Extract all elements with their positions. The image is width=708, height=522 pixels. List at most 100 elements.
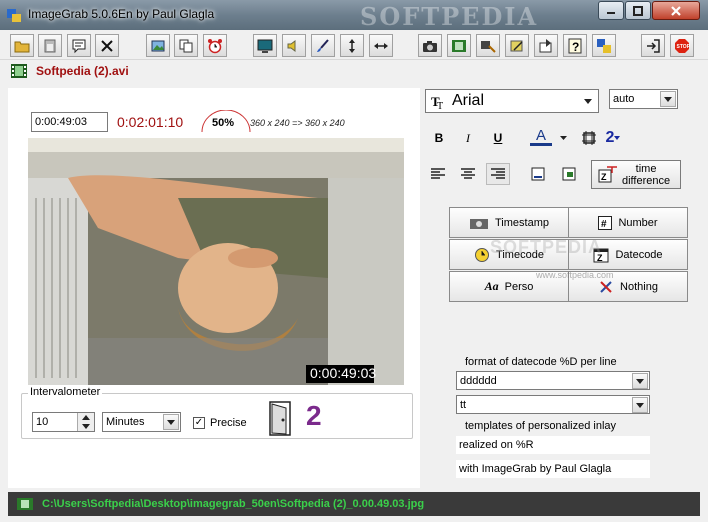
save-frame-button[interactable]	[534, 34, 558, 57]
delete-button[interactable]	[95, 34, 119, 57]
number-button[interactable]: # Number	[568, 207, 688, 238]
interval-spinner[interactable]: 10	[32, 412, 95, 432]
frame-tool-icon	[481, 40, 496, 53]
datecode-line1-select[interactable]: dddddd	[456, 371, 650, 390]
open-folder-icon	[14, 41, 30, 52]
unit-select[interactable]: Minutes	[102, 412, 181, 432]
main-toolbar: ? STOP	[0, 30, 708, 60]
position-bottom-icon	[531, 167, 545, 181]
size-dropdown-arrow[interactable]	[660, 91, 676, 107]
plugin-button[interactable]	[592, 34, 616, 57]
title-bar[interactable]: SOFTPEDIA ImageGrab 5.0.6En by Paul Glag…	[0, 0, 708, 31]
stop-button[interactable]: STOP	[670, 34, 694, 57]
exit-button[interactable]	[641, 34, 665, 57]
datecode-line2-arrow[interactable]	[632, 397, 648, 413]
video-frame-image	[28, 138, 404, 385]
template-line1-field[interactable]: realized on %R	[456, 436, 650, 454]
film-frames-button[interactable]	[447, 34, 471, 57]
flip-horizontal-button[interactable]	[369, 34, 393, 57]
align-left-button[interactable]	[426, 163, 450, 185]
frame-level-button[interactable]: 2	[600, 128, 626, 148]
precise-checkbox[interactable]: ✓	[193, 417, 205, 429]
close-x-icon	[101, 39, 113, 52]
italic-button[interactable]: I	[457, 128, 479, 148]
film-icon	[11, 64, 27, 78]
datecode-format-label: format of datecode %D per line	[465, 356, 617, 368]
svg-text:#: #	[601, 219, 607, 230]
help-button[interactable]: ?	[563, 34, 587, 57]
speaker-icon	[287, 39, 296, 52]
close-button[interactable]	[652, 1, 700, 20]
font-select[interactable]: TT Arial	[425, 89, 599, 113]
position-field[interactable]: 0:00:49:03	[31, 112, 108, 132]
sound-button[interactable]	[282, 34, 306, 57]
chevron-down-icon	[584, 98, 592, 104]
svg-text:Z: Z	[601, 172, 607, 182]
align-center-button[interactable]	[456, 163, 480, 185]
align-right-icon	[491, 168, 505, 179]
align-right-button[interactable]	[486, 163, 510, 185]
video-preview[interactable]: 0:00:49:03	[28, 138, 404, 385]
time-difference-button[interactable]: Z time difference	[591, 160, 681, 189]
paste-button[interactable]	[38, 34, 62, 57]
camera-button[interactable]	[418, 34, 442, 57]
help-icon: ?	[568, 38, 582, 54]
chevron-down-icon	[614, 136, 621, 140]
edit-frame-button[interactable]	[505, 34, 529, 57]
exit-icon	[647, 38, 660, 53]
datecode-line2-select[interactable]: tt	[456, 395, 650, 414]
close-icon	[671, 5, 681, 16]
video-timestamp: 0:00:49:03	[306, 365, 376, 383]
datecode-line1-arrow[interactable]	[632, 373, 648, 389]
alarm-button[interactable]	[203, 34, 227, 57]
open-button[interactable]	[10, 34, 34, 57]
timestamp-button[interactable]: Timestamp	[449, 207, 569, 238]
comment-button[interactable]	[67, 34, 91, 57]
chevron-down-icon	[636, 378, 644, 384]
intervalometer-legend: Intervalometer	[28, 386, 103, 398]
brush-icon	[317, 38, 329, 52]
align-center-icon	[461, 168, 475, 179]
bold-button[interactable]: B	[428, 128, 450, 148]
flip-horizontal-icon	[374, 42, 388, 49]
underline-button[interactable]: U	[487, 128, 509, 148]
file-name: Softpedia (2).avi	[36, 64, 129, 78]
stop-icon: STOP	[675, 38, 690, 53]
dimensions-label: 360 x 240 => 360 x 240	[250, 118, 345, 128]
frame-tool-button[interactable]	[476, 34, 500, 57]
font-dropdown-arrow[interactable]	[580, 93, 596, 109]
zoom-percent: 50%	[212, 117, 235, 129]
brush-button[interactable]	[311, 34, 335, 57]
spinner-arrows[interactable]	[77, 413, 94, 431]
chevron-down-icon	[167, 419, 175, 425]
maximize-icon	[633, 5, 643, 16]
flip-vertical-button[interactable]	[340, 34, 364, 57]
svg-text:?: ?	[572, 40, 579, 54]
status-bar: C:\Users\Softpedia\Desktop\imagegrab_50e…	[8, 492, 700, 516]
chevron-down-icon	[664, 96, 672, 102]
text-color-dropdown[interactable]	[556, 128, 570, 148]
italic-aa-icon: Aa	[484, 279, 499, 293]
camera-icon	[423, 40, 437, 52]
comment-icon	[72, 39, 86, 53]
position-right-button[interactable]	[558, 163, 582, 185]
zoom-gauge[interactable]: 50%	[198, 109, 254, 133]
monitor-button[interactable]	[253, 34, 277, 57]
film-status-icon	[17, 498, 33, 510]
template-line2-field[interactable]: with ImageGrab by Paul Glagla	[456, 460, 650, 478]
minimize-button[interactable]	[598, 1, 624, 20]
maximize-button[interactable]	[625, 1, 651, 20]
time-difference-text: time difference	[622, 163, 671, 187]
watermark-logo: SOFTPEDIA	[360, 2, 539, 31]
add-image-button[interactable]	[146, 34, 170, 57]
time-difference-label: time difference	[622, 163, 670, 187]
copy-button[interactable]	[174, 34, 198, 57]
edit-frame-icon	[510, 40, 523, 51]
unit-dropdown-arrow[interactable]	[163, 414, 179, 430]
paste-icon	[44, 39, 56, 52]
frame-button[interactable]	[578, 128, 600, 148]
position-bottom-button[interactable]	[526, 163, 550, 185]
font-size-select[interactable]: auto	[609, 89, 678, 109]
door-button[interactable]	[268, 400, 294, 438]
text-color-button[interactable]: A	[530, 127, 552, 146]
